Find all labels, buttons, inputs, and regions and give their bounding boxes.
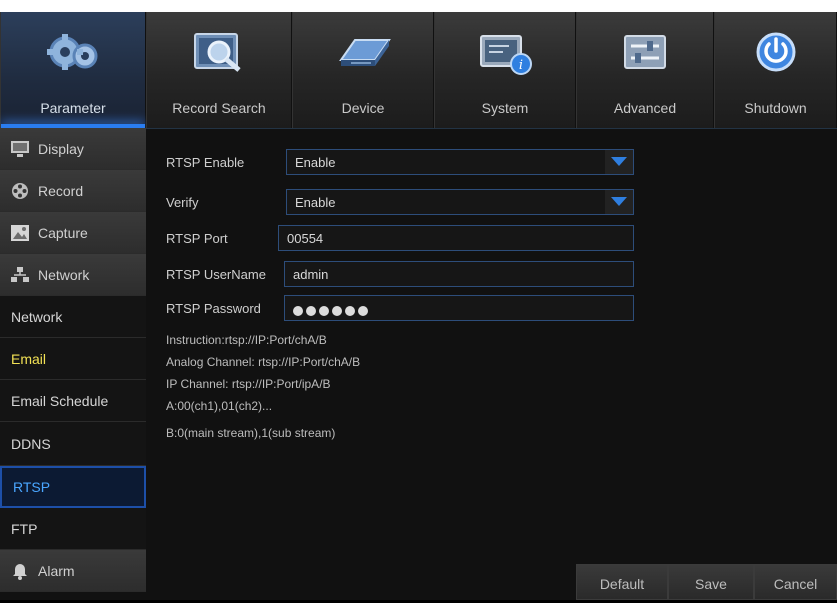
verify-row: Verify Enable [166, 189, 636, 217]
sidebar-subitem-email[interactable]: Email [0, 338, 146, 380]
rtsp-settings-panel: RTSP Enable Enable Verify Enable RTSP Po… [146, 128, 837, 600]
network-icon [11, 266, 29, 282]
instruction-line: Instruction:rtsp://IP:Port/chA/B [166, 333, 327, 347]
sidebar-item-display[interactable]: Display [0, 128, 146, 170]
chevron-down-icon[interactable] [605, 190, 633, 214]
sidebar-item-capture[interactable]: Capture [0, 212, 146, 254]
sidebar-item-label: Network [38, 266, 90, 283]
rtsp-port-value: 00554 [287, 231, 324, 246]
rtsp-enable-value: Enable [295, 155, 336, 170]
instruction-line: B:0(main stream),1(sub stream) [166, 426, 336, 440]
image-icon [11, 224, 29, 241]
tab-label: System [481, 100, 529, 116]
power-icon [756, 32, 795, 72]
sidebar-item-label: FTP [11, 520, 38, 537]
monitor-icon [11, 140, 29, 157]
sidebar-subitem-rtsp[interactable]: RTSP [0, 466, 146, 508]
tab-system[interactable]: i System [434, 12, 576, 128]
password-dot [293, 305, 303, 316]
verify-label: Verify [166, 195, 199, 210]
search-film-icon [194, 33, 241, 72]
gears-icon [47, 34, 98, 70]
sidebar-subitem-ftp[interactable]: FTP [0, 508, 146, 550]
sidebar-item-label: Display [38, 140, 84, 157]
rtsp-password-label: RTSP Password [166, 301, 261, 316]
top-strip [0, 0, 837, 12]
rtsp-port-label: RTSP Port [166, 231, 228, 246]
rtsp-password-input[interactable] [284, 295, 634, 321]
sidebar-item-label: Record [38, 182, 84, 199]
password-dot [358, 305, 368, 316]
sidebar-item-label: Alarm [38, 562, 75, 579]
sidebar-item-alarm[interactable]: Alarm [0, 550, 146, 592]
top-menu-bar: Parameter Record Search Device i System … [0, 0, 837, 128]
dvr-settings-screen: Parameter Record Search Device i System … [0, 0, 837, 600]
chevron-down-icon[interactable] [605, 150, 633, 174]
tab-label: Parameter [40, 100, 106, 116]
rtsp-enable-row: RTSP Enable Enable [166, 149, 636, 177]
instruction-line: Analog Channel: rtsp://IP:Port/chA/B [166, 355, 361, 369]
instruction-line: IP Channel: rtsp://IP:Port/ipA/B [166, 377, 331, 391]
password-masked-dots [293, 302, 371, 317]
sidebar-item-record[interactable]: Record [0, 170, 146, 212]
sidebar-subitem-email-schedule[interactable]: Email Schedule [0, 380, 146, 422]
password-dot [319, 305, 329, 316]
sidebar-item-label: Capture [38, 224, 88, 241]
rtsp-enable-label: RTSP Enable [166, 155, 245, 170]
sidebar-subitem-network[interactable]: Network [0, 296, 146, 338]
rtsp-username-label: RTSP UserName [166, 267, 266, 282]
password-dot [332, 305, 342, 316]
rtsp-username-row: RTSP UserName admin [166, 261, 636, 289]
sidebar: Display Record Capture Network Network E… [0, 128, 146, 600]
tab-record-search[interactable]: Record Search [146, 12, 292, 128]
sidebar-subitem-ddns[interactable]: DDNS [0, 422, 146, 466]
tab-label: Record Search [172, 100, 266, 116]
film-reel-icon [12, 182, 28, 199]
verify-value: Enable [295, 195, 336, 210]
tab-label: Device [341, 100, 385, 116]
rtsp-password-row: RTSP Password [166, 295, 636, 323]
sidebar-item-label: DDNS [11, 435, 51, 452]
tab-advanced[interactable]: Advanced [576, 12, 714, 128]
rtsp-port-input[interactable]: 00554 [278, 225, 634, 251]
rtsp-enable-dropdown[interactable]: Enable [286, 149, 634, 175]
default-button[interactable]: Default [576, 564, 668, 600]
tab-shutdown[interactable]: Shutdown [714, 12, 837, 128]
info-monitor-icon: i [480, 35, 532, 75]
rtsp-username-input[interactable]: admin [284, 261, 634, 287]
sidebar-item-network[interactable]: Network [0, 254, 146, 296]
tab-parameter[interactable]: Parameter [0, 12, 146, 128]
sidebar-item-label: Network [11, 308, 63, 325]
rtsp-port-row: RTSP Port 00554 [166, 225, 636, 253]
tab-label: Advanced [613, 100, 677, 116]
verify-dropdown[interactable]: Enable [286, 189, 634, 215]
bell-icon [13, 563, 27, 580]
sidebar-item-label: Email Schedule [11, 392, 109, 409]
hard-drive-icon [339, 39, 391, 66]
sidebar-item-label: Email [11, 350, 47, 367]
tab-label: Shutdown [744, 100, 807, 116]
password-dot [306, 305, 316, 316]
save-button[interactable]: Save [668, 564, 754, 600]
sliders-icon [624, 35, 666, 69]
instruction-line: A:00(ch1),01(ch2)... [166, 399, 273, 413]
password-dot [345, 305, 355, 316]
svg-text:i: i [519, 58, 523, 73]
cancel-button[interactable]: Cancel [754, 564, 837, 600]
rtsp-username-value: admin [293, 267, 329, 282]
sidebar-item-label: RTSP [13, 479, 51, 495]
tab-device[interactable]: Device [292, 12, 434, 128]
